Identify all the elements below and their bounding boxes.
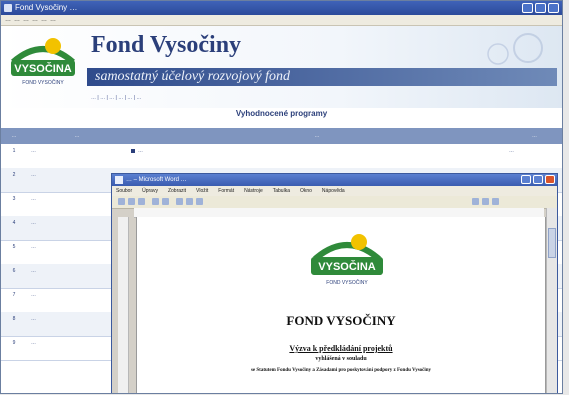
word-menu-item[interactable]: Vložit <box>196 186 208 196</box>
document-logo: VYSOČINA FOND VYSOČINY <box>311 234 383 286</box>
col-header-detail: … <box>314 133 320 139</box>
menu-item[interactable]: … <box>23 15 29 25</box>
row-num: 4 <box>12 220 16 226</box>
doc-logo-subtext: FOND VYSOČINY <box>326 279 368 286</box>
row-name[interactable]: … <box>31 148 123 155</box>
row-name[interactable]: … <box>31 244 123 251</box>
row-num: 8 <box>12 316 16 322</box>
word-menu-bar: Soubor Úpravy Zobrazit Vložit Formát Nás… <box>112 186 557 196</box>
header-decoration <box>487 33 543 65</box>
row-num: 2 <box>12 172 16 178</box>
row-name[interactable]: … <box>31 340 123 347</box>
browser-icon <box>4 4 12 12</box>
browser-window: Fond Vysočiny … … … … … … … VYSOČINA FON… <box>0 0 563 394</box>
nav-links[interactable]: … | … | … | … | … | … <box>91 95 411 102</box>
row-name[interactable]: … <box>31 316 123 323</box>
row-num: 9 <box>12 340 16 346</box>
table-header: … … … … <box>1 128 562 144</box>
word-icon <box>115 176 123 184</box>
word-menu-item[interactable]: Formát <box>218 186 234 196</box>
browser-menu-bar: … … … … … … <box>1 15 562 26</box>
section-heading: Vyhodnocené programy <box>235 109 328 118</box>
site-title: Fond Vysočiny <box>91 32 242 58</box>
new-document-icon[interactable] <box>118 198 125 205</box>
row-num: 5 <box>12 244 16 250</box>
save-icon[interactable] <box>138 198 145 205</box>
close-button[interactable] <box>548 3 559 13</box>
menu-item[interactable]: … <box>41 15 47 25</box>
cut-icon[interactable] <box>176 198 183 205</box>
row-name[interactable]: … <box>31 220 123 227</box>
row-date: … <box>509 148 514 154</box>
word-minimize-button[interactable] <box>521 175 531 184</box>
word-close-button[interactable] <box>545 175 555 184</box>
minimize-button[interactable] <box>522 3 533 13</box>
word-window-controls <box>521 175 555 184</box>
row-num: 1 <box>12 148 16 154</box>
word-menu-item[interactable]: Nástroje <box>244 186 263 196</box>
print-icon[interactable] <box>152 198 159 205</box>
browser-title: Fond Vysočiny … <box>15 3 78 12</box>
bullet-icon <box>131 148 135 153</box>
row-name[interactable]: … <box>31 268 123 275</box>
doc-logo-arc <box>313 242 381 262</box>
vysocina-logo: VYSOČINA FOND VYSOČINY <box>11 38 75 86</box>
word-menu-item[interactable]: Zobrazit <box>168 186 186 196</box>
row-num: 6 <box>12 268 16 274</box>
word-title-bar[interactable]: … – Microsoft Word … <box>112 174 557 186</box>
open-icon[interactable] <box>128 198 135 205</box>
word-window[interactable]: … – Microsoft Word … Soubor Úpravy Zobra… <box>111 173 558 393</box>
word-menu-item[interactable]: Nápověda <box>322 186 345 196</box>
word-menu-item[interactable]: Soubor <box>116 186 132 196</box>
document-page[interactable]: VYSOČINA FOND VYSOČINY FOND VYSOČINY Výz… <box>136 217 546 393</box>
logo-sun <box>45 38 61 54</box>
table-row[interactable]: 1 … … … <box>1 144 562 169</box>
window-controls <box>522 3 559 13</box>
row-num: 3 <box>12 196 16 202</box>
browser-title-bar: Fond Vysočiny … <box>1 1 562 15</box>
menu-item[interactable]: … <box>32 15 38 25</box>
row-detail: … <box>131 148 501 155</box>
col-header-num: … <box>11 133 17 139</box>
document-heading: Výzva k předkládání projektů <box>289 344 393 353</box>
row-name[interactable]: … <box>31 196 123 203</box>
copy-icon[interactable] <box>186 198 193 205</box>
document-subheading: vyhlášená v souladu <box>315 356 367 362</box>
site-slogan: samostatný účelový rozvojový fond <box>87 68 557 86</box>
maximize-button[interactable] <box>535 3 546 13</box>
row-num: 7 <box>12 292 16 298</box>
logo-subtext: FOND VYSOČINY <box>22 79 64 86</box>
preview-icon[interactable] <box>162 198 169 205</box>
document-line: se Statutem Fondu Vysočiny a Zásadami pr… <box>250 368 432 373</box>
col-header-name: … <box>74 133 80 139</box>
col-header-date: … <box>532 133 537 139</box>
word-menu-item[interactable]: Tabulka <box>273 186 290 196</box>
row-name[interactable]: … <box>31 292 123 299</box>
vertical-scrollbar[interactable] <box>546 208 557 393</box>
bullets-icon[interactable] <box>492 198 499 205</box>
word-maximize-button[interactable] <box>533 175 543 184</box>
row-name[interactable]: … <box>31 172 123 179</box>
vertical-ruler[interactable] <box>118 217 129 393</box>
doc-logo-sun <box>351 234 367 250</box>
row-detail-text: … <box>138 148 143 154</box>
word-menu-item[interactable]: Okno <box>300 186 312 196</box>
menu-item[interactable]: … <box>50 15 56 25</box>
indent-icon[interactable] <box>482 198 489 205</box>
word-menu-item[interactable]: Úpravy <box>142 186 158 196</box>
menu-item[interactable]: … <box>14 15 20 25</box>
doc-logo-text: VYSOČINA <box>318 260 376 273</box>
paste-icon[interactable] <box>196 198 203 205</box>
site-header: VYSOČINA FOND VYSOČINY Fond Vysočiny sam… <box>1 26 562 108</box>
document-title: FOND VYSOČINY <box>286 313 396 328</box>
align-icon[interactable] <box>472 198 479 205</box>
logo-text: VYSOČINA <box>14 62 72 75</box>
menu-item[interactable]: … <box>5 15 11 25</box>
word-title: … – Microsoft Word … <box>126 177 187 183</box>
scrollbar-thumb[interactable] <box>548 228 556 258</box>
